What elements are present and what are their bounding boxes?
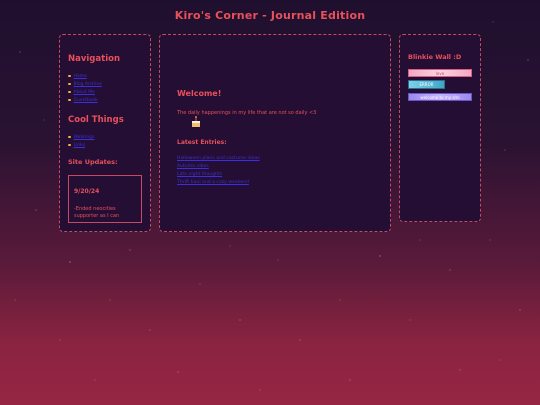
entry-link[interactable]: Autumn vibes — [177, 163, 260, 171]
cool-things-heading: Cool Things — [68, 115, 124, 125]
bullet-icon — [68, 82, 71, 86]
blinkie-welcome: welcome to my site — [408, 93, 472, 101]
blinkie-wall-heading: Blinkie Wall :D — [408, 53, 462, 61]
cool-link-links[interactable]: Links — [74, 143, 86, 148]
list-item: Webrings — [68, 133, 94, 141]
update-text: -Ended neocities supporter as I can — [74, 206, 120, 219]
entry-link[interactable]: Thrift haul and a cozy weekend — [177, 179, 260, 187]
list-item: Home — [68, 72, 102, 80]
nav-link-blog-archive[interactable]: Blog Archive — [74, 82, 102, 87]
welcome-heading: Welcome! — [177, 89, 222, 98]
navigation-list: Home Blog Archive About Me Guestbook — [68, 72, 102, 104]
bullet-icon — [68, 90, 71, 94]
latest-entries-heading: Latest Entries: — [177, 139, 227, 146]
list-item: About Me — [68, 88, 102, 96]
entries-list: Halloween plans and costume ideas Autumn… — [177, 155, 260, 187]
cool-link-webrings[interactable]: Webrings — [74, 135, 95, 140]
update-date: 9/20/24 — [74, 188, 100, 195]
site-updates-heading: Site Updates: — [68, 158, 118, 166]
list-item: Guestbook — [68, 96, 102, 104]
nav-link-home[interactable]: Home — [74, 74, 87, 79]
cake-icon — [192, 116, 200, 127]
main-content: Welcome! The daily happenings in my life… — [159, 34, 391, 232]
site-title: Kiro's Corner - Journal Edition — [174, 9, 366, 22]
cool-things-list: Webrings Links — [68, 133, 94, 149]
entry-link[interactable]: Late night thoughts — [177, 171, 260, 179]
navigation-heading: Navigation — [68, 54, 120, 64]
left-sidebar: Navigation Home Blog Archive About Me Gu… — [59, 34, 151, 232]
list-item: Blog Archive — [68, 80, 102, 88]
blinkie-error: ERROR — [408, 80, 445, 89]
entry-link[interactable]: Halloween plans and costume ideas — [177, 155, 260, 163]
bullet-icon — [68, 135, 71, 139]
nav-link-about[interactable]: About Me — [74, 90, 95, 95]
list-item: Links — [68, 141, 94, 149]
right-sidebar: Blinkie Wall :D love ERROR welcome to my… — [399, 34, 481, 222]
site-updates-box[interactable]: 9/20/24 -Ended neocities supporter as I … — [68, 175, 142, 223]
blinkie-love: love — [408, 69, 472, 77]
bullet-icon — [68, 143, 71, 147]
bullet-icon — [68, 74, 71, 78]
nav-link-guestbook[interactable]: Guestbook — [74, 98, 98, 103]
bullet-icon — [68, 98, 71, 102]
